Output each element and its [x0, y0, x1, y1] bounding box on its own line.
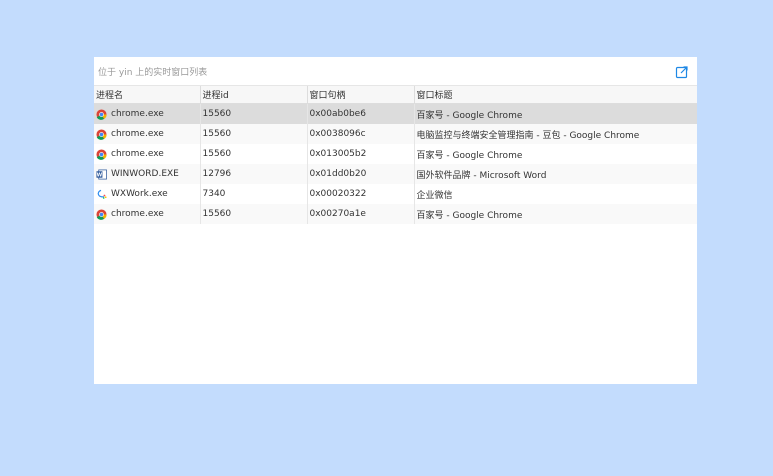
process-name-text: WINWORD.EXE	[111, 169, 179, 179]
cell-window-title: 国外软件品牌 - Microsoft Word	[414, 164, 697, 184]
cell-window-handle: 0x01dd0b20	[307, 164, 415, 184]
cell-process-id: 15560	[200, 124, 308, 144]
table-row[interactable]: chrome.exe 15560 0x00270a1e 百家号 - Google Ch…	[94, 204, 697, 224]
cell-process-id: 15560	[200, 204, 308, 224]
cell-process-id: 15560	[200, 144, 308, 164]
wxwork-icon	[96, 189, 107, 200]
cell-process-id: 15560	[200, 103, 308, 124]
process-name-text: WXWork.exe	[111, 189, 168, 199]
column-header-process-id[interactable]: 进程id	[200, 86, 308, 104]
window-list-panel: 位于 yin 上的实时窗口列表 进程名 进程id 窗口句柄 窗口标题 chrom…	[94, 57, 697, 384]
cell-process-id: 12796	[200, 164, 308, 184]
cell-window-title: 百家号 - Google Chrome	[414, 103, 697, 124]
cell-process-name: WXWork.exe	[94, 184, 201, 204]
table-row[interactable]: W WINWORD.EXE 12796 0x01dd0b20 国外软件品牌 - Micr…	[94, 164, 697, 184]
chrome-icon	[96, 108, 107, 120]
cell-process-name: chrome.exe	[94, 204, 201, 224]
cell-window-handle: 0x00020322	[307, 184, 415, 204]
word-icon: W	[96, 169, 107, 180]
cell-process-name: chrome.exe	[94, 144, 201, 164]
panel-header: 位于 yin 上的实时窗口列表	[94, 57, 697, 86]
table-row[interactable]: chrome.exe 15560 0x0038096c 电脑监控与终端安全管理指南 -…	[94, 124, 697, 144]
cell-window-title: 百家号 - Google Chrome	[416, 150, 523, 161]
cell-window-title: 百家号 - Google Chrome	[414, 204, 697, 224]
table-header-row: 进程名 进程id 窗口句柄 窗口标题	[94, 86, 697, 104]
export-icon[interactable]	[675, 64, 689, 79]
panel-title: 位于 yin 上的实时窗口列表	[98, 68, 208, 78]
table-row[interactable]: chrome.exe 15560 0x013005b2 百家号 - Google Ch…	[94, 144, 697, 164]
cell-window-title: 电脑监控与终端安全管理指南 - 豆包 - Google Chrome	[414, 124, 697, 144]
cell-process-name: W WINWORD.EXE	[94, 164, 201, 184]
table-row[interactable]: chrome.exe 15560 0x00ab0be6 百家号 - Google Ch…	[94, 103, 697, 124]
cell-window-handle: 0x0038096c	[307, 124, 415, 144]
cell-window-handle: 0x013005b2	[307, 144, 415, 164]
svg-text:W: W	[97, 172, 103, 178]
cell-process-id: 7340	[200, 184, 308, 204]
cell-window-title: 企业微信	[416, 190, 453, 201]
window-table: 进程名 进程id 窗口句柄 窗口标题 chrome.exe 15560 0x00ab…	[94, 86, 697, 224]
column-header-window-title[interactable]: 窗口标题	[414, 86, 697, 104]
process-name-text: chrome.exe	[111, 209, 164, 219]
process-name-text: chrome.exe	[111, 149, 164, 159]
chrome-icon	[96, 128, 107, 140]
column-header-process-name[interactable]: 进程名	[94, 86, 201, 104]
process-name-text: chrome.exe	[111, 129, 164, 139]
cell-window-handle: 0x00ab0be6	[307, 103, 415, 124]
cell-process-name: chrome.exe	[94, 103, 201, 124]
table-row[interactable]: WXWork.exe 7340 0x00020322 企业微信	[94, 184, 697, 204]
cell-process-name: chrome.exe	[94, 124, 201, 144]
chrome-icon	[96, 208, 107, 220]
cell-window-handle: 0x00270a1e	[307, 204, 415, 224]
chrome-icon	[96, 148, 107, 160]
process-name-text: chrome.exe	[111, 109, 164, 119]
column-header-window-handle[interactable]: 窗口句柄	[307, 86, 415, 104]
